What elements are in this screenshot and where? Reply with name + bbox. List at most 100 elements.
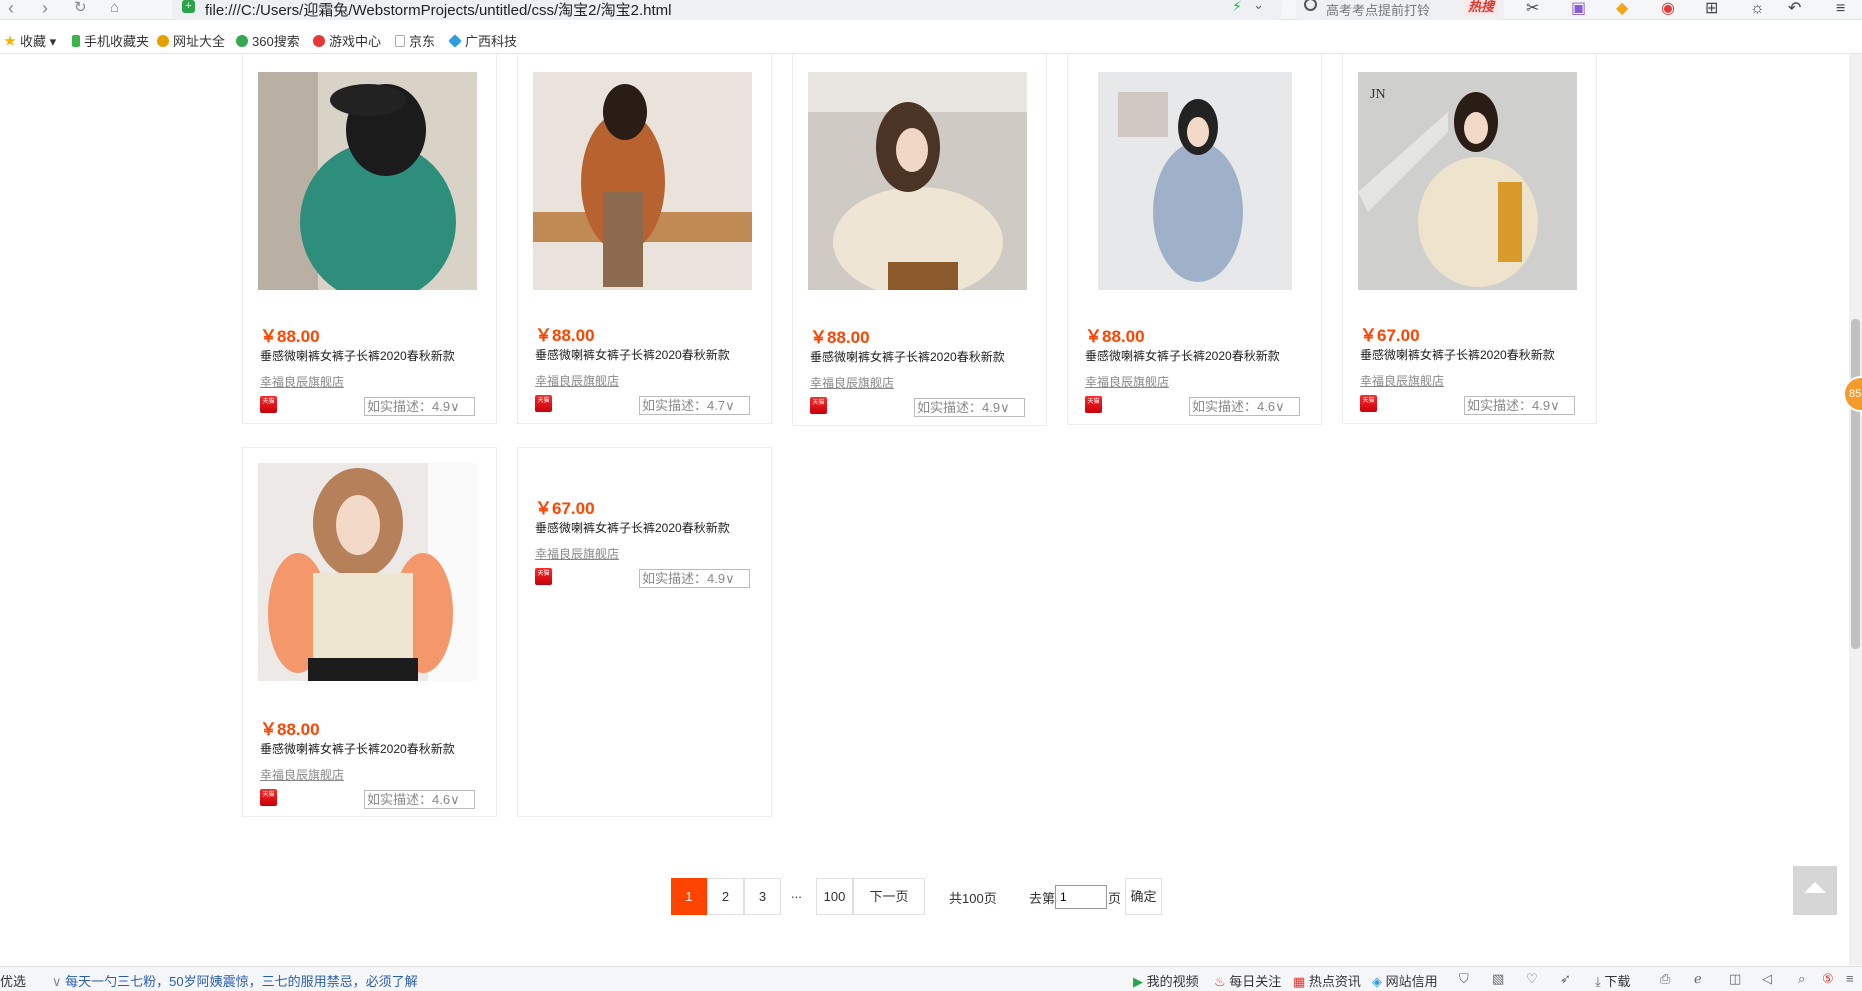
rating-box: 如实描述：4.9∨	[639, 569, 750, 588]
translate-icon[interactable]: ▣	[1571, 0, 1586, 18]
shield-status-icon[interactable]: ⛉	[1459, 971, 1469, 987]
game-icon	[313, 35, 325, 47]
status-preferred[interactable]: 优选	[0, 971, 26, 990]
shop-link[interactable]: 幸福良辰旗舰店	[260, 766, 344, 783]
tmall-badge-icon: 天猫	[1085, 396, 1102, 413]
status-hot-news[interactable]: ▦ 热点资讯	[1293, 971, 1361, 990]
tmall-badge-icon: 天猫	[260, 789, 277, 806]
product-image[interactable]	[258, 72, 477, 290]
secure-shield-icon: +	[182, 0, 195, 13]
status-my-video[interactable]: ▶ 我的视频	[1133, 971, 1199, 990]
apps-grid-icon[interactable]: ⊞	[1705, 0, 1718, 18]
product-title[interactable]: 垂感微喇裤女裤子长裤2020春秋新款	[810, 348, 1005, 365]
product-title[interactable]: 垂感微喇裤女裤子长裤2020春秋新款	[535, 346, 730, 363]
speaker-icon[interactable]: ◁	[1762, 971, 1772, 987]
shop-link[interactable]: 幸福良辰旗舰店	[1085, 373, 1169, 390]
image-icon[interactable]: ▧	[1492, 971, 1504, 987]
window-icon[interactable]: ◫	[1729, 971, 1741, 987]
rocket-icon[interactable]: ➶	[1560, 971, 1571, 987]
bookmarks-bar: 收藏 ▾ 手机收藏夹 网址大全 360搜索 游戏中心 京东 广西科技	[0, 26, 1862, 54]
product-image[interactable]	[533, 72, 752, 290]
product-title[interactable]: 垂感微喇裤女裤子长裤2020春秋新款	[1360, 346, 1555, 363]
rating-box: 如实描述：4.9∨	[364, 397, 475, 416]
bookmark-360-search[interactable]: 360搜索	[236, 31, 300, 50]
speed-mode-icon[interactable]: ⚡	[1232, 0, 1242, 15]
next-page-button[interactable]: 下一页	[853, 878, 925, 915]
product-image[interactable]: JN	[1358, 72, 1577, 290]
product-image[interactable]	[1098, 72, 1292, 290]
goto-suffix: 页	[1108, 891, 1122, 906]
printer-icon[interactable]: ⎙	[1660, 971, 1670, 987]
product-price: ￥88.00	[810, 328, 870, 347]
bookmark-mobile[interactable]: 手机收藏夹	[72, 31, 149, 50]
tmall-badge-icon: 天猫	[260, 396, 277, 413]
page-button-1[interactable]: 1	[671, 878, 707, 915]
status-daily-follow[interactable]: ♨ 每日关注	[1214, 971, 1281, 990]
rating-box: 如实描述：4.9∨	[914, 398, 1025, 417]
reload-icon[interactable]: ↻	[74, 0, 87, 16]
product-card[interactable]: ￥88.00 垂感微喇裤女裤子长裤2020春秋新款 幸福良辰旗舰店 天猫 如实描…	[242, 54, 497, 424]
home-icon[interactable]: ⌂	[110, 0, 119, 16]
page-button-2[interactable]: 2	[707, 878, 744, 915]
statusbar-menu-icon[interactable]: ≡	[1846, 971, 1854, 986]
diamond-icon	[448, 34, 462, 48]
shop-link[interactable]: 幸福良辰旗舰店	[535, 545, 619, 562]
tmall-badge-icon: 天猫	[535, 568, 552, 585]
side-float-badge[interactable]: 85	[1843, 376, 1862, 412]
search-placeholder[interactable]: 高考考点提前打铃	[1326, 0, 1430, 19]
coupon-icon[interactable]: ◆	[1616, 0, 1628, 18]
status-download[interactable]: ⤓ 下载	[1595, 971, 1630, 990]
bookmark-guangxi[interactable]: 广西科技	[448, 31, 517, 50]
bookmark-favorites[interactable]: 收藏 ▾	[4, 31, 56, 50]
product-title[interactable]: 垂感微喇裤女裤子长裤2020春秋新款	[535, 519, 730, 536]
product-card[interactable]: ￥88.00 垂感微喇裤女裤子长裤2020春秋新款 幸福良辰旗舰店 天猫 如实描…	[792, 54, 1047, 426]
product-card[interactable]: ￥88.00 垂感微喇裤女裤子长裤2020春秋新款 幸福良辰旗舰店 天猫 如实描…	[1067, 54, 1322, 425]
product-image[interactable]	[808, 72, 1027, 290]
product-card[interactable]: ￥67.00 垂感微喇裤女裤子长裤2020春秋新款 幸福良辰旗舰店 天猫 如实描…	[517, 447, 772, 817]
product-photo-5: JN	[1358, 72, 1577, 290]
scrollbar-thumb[interactable]	[1851, 319, 1860, 649]
brightness-icon[interactable]: ☼	[1750, 0, 1765, 18]
heartbeat-icon[interactable]: ♡	[1526, 971, 1538, 987]
goto-page-input[interactable]	[1055, 885, 1107, 909]
browser-search-box[interactable]: 高考考点提前打铃 热搜	[1296, 0, 1504, 20]
hot-search-badge[interactable]: 热搜	[1463, 0, 1498, 15]
confirm-button[interactable]: 确定	[1125, 878, 1162, 915]
product-card[interactable]: JN ￥67.00 垂感微喇裤女裤子长裤2020春秋新款 幸福良辰旗舰店 天猫 …	[1342, 54, 1597, 424]
product-title[interactable]: 垂感微喇裤女裤子长裤2020春秋新款	[1085, 347, 1280, 364]
shop-link[interactable]: 幸福良辰旗舰店	[810, 374, 894, 391]
address-bar[interactable]: + file:///C:/Users/迎霜兔/WebstormProjects/…	[172, 0, 1282, 20]
bookmark-directory[interactable]: 网址大全	[157, 31, 225, 50]
browser-logo-icon[interactable]: ⑤	[1822, 971, 1834, 987]
menu-icon[interactable]: ≡	[1836, 0, 1845, 18]
address-url[interactable]: file:///C:/Users/迎霜兔/WebstormProjects/un…	[205, 0, 672, 20]
undo-icon[interactable]: ↶	[1788, 0, 1801, 18]
product-card[interactable]: ￥88.00 垂感微喇裤女裤子长裤2020春秋新款 幸福良辰旗舰店 天猫 如实描…	[517, 54, 772, 424]
product-title[interactable]: 垂感微喇裤女裤子长裤2020春秋新款	[260, 740, 455, 757]
forward-icon[interactable]: ›	[42, 0, 48, 17]
product-image[interactable]	[258, 463, 477, 681]
page-button-last[interactable]: 100	[816, 878, 853, 915]
shop-link[interactable]: 幸福良辰旗舰店	[1360, 372, 1444, 389]
bookmark-jd[interactable]: 京东	[395, 31, 435, 50]
product-price: ￥67.00	[1360, 326, 1420, 345]
zoom-icon[interactable]: ⌕	[1798, 971, 1805, 987]
shop-link[interactable]: 幸福良辰旗舰店	[535, 372, 619, 389]
page-button-3[interactable]: 3	[744, 878, 781, 915]
rating-box: 如实描述：4.9∨	[1464, 396, 1575, 415]
ie-icon[interactable]: ℯ	[1694, 971, 1702, 987]
chevron-down-icon[interactable]: ⌄	[1253, 0, 1264, 13]
product-title[interactable]: 垂感微喇裤女裤子长裤2020春秋新款	[260, 347, 455, 364]
gamepad-icon[interactable]: ◉	[1661, 0, 1675, 18]
back-icon[interactable]: ‹	[8, 0, 14, 17]
back-to-top-button[interactable]	[1793, 866, 1837, 915]
scissors-icon[interactable]: ✂	[1526, 0, 1539, 18]
product-card[interactable]: ￥88.00 垂感微喇裤女裤子长裤2020春秋新款 幸福良辰旗舰店 天猫 如实描…	[242, 447, 497, 817]
status-site-credit[interactable]: ◈ 网站信用	[1372, 971, 1438, 990]
page-scrollbar[interactable]	[1849, 54, 1862, 965]
status-news-ticker[interactable]: ∨ 每天一勺三七粉，50岁阿姨震惊，三七的服用禁忌，必须了解	[52, 971, 418, 990]
globe-icon	[157, 35, 169, 47]
bookmark-games[interactable]: 游戏中心	[313, 31, 381, 50]
goto-prefix: 去第	[1029, 891, 1056, 906]
shop-link[interactable]: 幸福良辰旗舰店	[260, 373, 344, 390]
